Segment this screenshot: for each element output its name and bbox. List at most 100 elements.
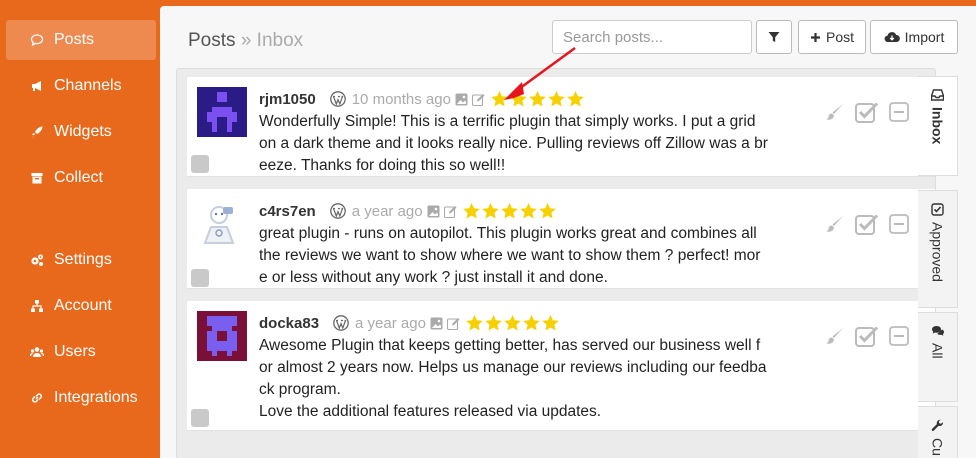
- tab-label: Approved: [929, 222, 946, 282]
- approve-check-icon[interactable]: [855, 213, 879, 235]
- brush-icon[interactable]: [825, 326, 845, 346]
- tab-label: Inbox: [929, 107, 946, 145]
- edit-icon[interactable]: [443, 205, 457, 218]
- tab-approved[interactable]: Approved: [918, 190, 958, 308]
- page-title: Posts » Inbox: [188, 30, 303, 52]
- minus-square-icon[interactable]: [889, 326, 909, 346]
- post-author[interactable]: docka83: [259, 315, 319, 332]
- gears-icon: [30, 253, 44, 267]
- comments-icon: [931, 326, 944, 336]
- star-icon: [500, 203, 518, 219]
- import-label: Import: [904, 29, 945, 45]
- avatar: [197, 311, 247, 361]
- post-line: Awesome Plugin that keeps getting better…: [259, 337, 761, 354]
- star-icon: [548, 91, 565, 107]
- star-icon: [504, 315, 521, 331]
- approve-check-icon[interactable]: [855, 101, 879, 123]
- sidebar-item-channels[interactable]: Channels: [6, 66, 156, 106]
- edit-icon[interactable]: [446, 317, 460, 330]
- import-button[interactable]: Import: [870, 20, 958, 54]
- post-time: a year ago: [351, 202, 423, 220]
- sidebar-item-collect[interactable]: Collect: [6, 158, 156, 198]
- post-line: the reviews we want to show where we wan…: [259, 247, 761, 264]
- star-icon: [538, 203, 556, 219]
- minus-square-icon[interactable]: [889, 102, 909, 122]
- select-checkbox[interactable]: [191, 269, 209, 287]
- tab-inbox[interactable]: Inbox: [918, 76, 958, 176]
- edit-icon[interactable]: [471, 93, 485, 106]
- post-author[interactable]: rjm1050: [259, 91, 316, 108]
- post-card: rjm1050 10 months ago Wonderfully Simple…: [187, 77, 935, 177]
- sidebar-item-label: Collect: [54, 169, 103, 186]
- tab-label: All: [929, 343, 946, 359]
- post-header: rjm1050 10 months ago: [259, 89, 586, 109]
- star-icon: [462, 203, 480, 219]
- image-icon[interactable]: [427, 205, 440, 218]
- inbox-icon: [931, 89, 944, 101]
- sidebar-item-widgets[interactable]: Widgets: [6, 112, 156, 152]
- sidebar-item-users[interactable]: Users: [6, 332, 156, 372]
- sidebar-item-label: Account: [54, 297, 112, 314]
- add-post-button[interactable]: Post: [798, 20, 866, 54]
- post-header: c4rs7en a year ago: [259, 201, 558, 221]
- post-actions: [815, 101, 909, 123]
- post-line: e or less without any work ? just instal…: [259, 269, 608, 286]
- rocket-icon: [30, 125, 44, 139]
- sidebar-item-label: Integrations: [54, 389, 138, 406]
- wrench-icon: [931, 419, 944, 431]
- sidebar-item-posts[interactable]: Posts: [6, 20, 156, 60]
- brush-icon[interactable]: [825, 102, 845, 122]
- tab-all[interactable]: All: [918, 312, 958, 402]
- sidebar-item-integrations[interactable]: Integrations: [6, 378, 156, 418]
- image-icon[interactable]: [430, 317, 443, 330]
- post-time: 10 months ago: [351, 90, 451, 108]
- title-text: Posts: [188, 30, 236, 51]
- post-line: Love the additional features released vi…: [259, 403, 602, 420]
- star-rating: [491, 91, 586, 107]
- star-icon: [485, 315, 502, 331]
- post-line: ck program.: [259, 381, 341, 398]
- post-author[interactable]: c4rs7en: [259, 203, 316, 220]
- sidebar-item-account[interactable]: Account: [6, 286, 156, 326]
- cloud-download-icon: [884, 32, 900, 43]
- select-checkbox[interactable]: [191, 155, 209, 173]
- breadcrumb-current: Inbox: [256, 30, 304, 51]
- minus-square-icon[interactable]: [889, 214, 909, 234]
- post-line: Wonderfully Simple! This is a terrific p…: [259, 113, 756, 130]
- wordpress-icon: [329, 91, 346, 107]
- bullhorn-icon: [30, 79, 44, 93]
- brush-icon[interactable]: [825, 214, 845, 234]
- search-input[interactable]: [552, 20, 752, 54]
- tab-custom[interactable]: Cu: [918, 406, 958, 458]
- star-icon: [567, 91, 584, 107]
- filter-icon: [768, 32, 780, 42]
- post-time: a year ago: [355, 314, 426, 332]
- avatar: [197, 199, 247, 249]
- sidebar-item-settings[interactable]: Settings: [6, 240, 156, 280]
- star-icon: [491, 91, 508, 107]
- image-icon[interactable]: [455, 93, 468, 106]
- posts-container: rjm1050 10 months ago Wonderfully Simple…: [176, 68, 936, 458]
- sidebar-item-label: Channels: [54, 77, 122, 94]
- wordpress-icon: [329, 203, 346, 219]
- sitemap-icon: [30, 299, 44, 313]
- wordpress-icon: [333, 315, 349, 331]
- add-post-label: Post: [825, 29, 854, 45]
- comment-icon: [30, 33, 44, 47]
- plus-icon: [810, 32, 820, 42]
- star-icon: [510, 91, 527, 107]
- select-checkbox[interactable]: [191, 409, 209, 427]
- star-rating: [462, 203, 558, 219]
- star-icon: [519, 203, 537, 219]
- star-icon: [542, 315, 559, 331]
- post-line: great plugin - runs on autopilot. This p…: [259, 225, 757, 242]
- approve-check-icon[interactable]: [855, 325, 879, 347]
- post-text: great plugin - runs on autopilot. This p…: [259, 223, 789, 289]
- sidebar-item-label: Settings: [54, 251, 112, 268]
- breadcrumb-separator: »: [240, 30, 252, 51]
- post-actions: [815, 325, 909, 347]
- tab-label: Cu: [929, 438, 946, 456]
- post-card: c4rs7en a year ago great plugin - runs o…: [187, 189, 935, 289]
- link-icon: [30, 391, 44, 405]
- filter-button[interactable]: [756, 20, 792, 54]
